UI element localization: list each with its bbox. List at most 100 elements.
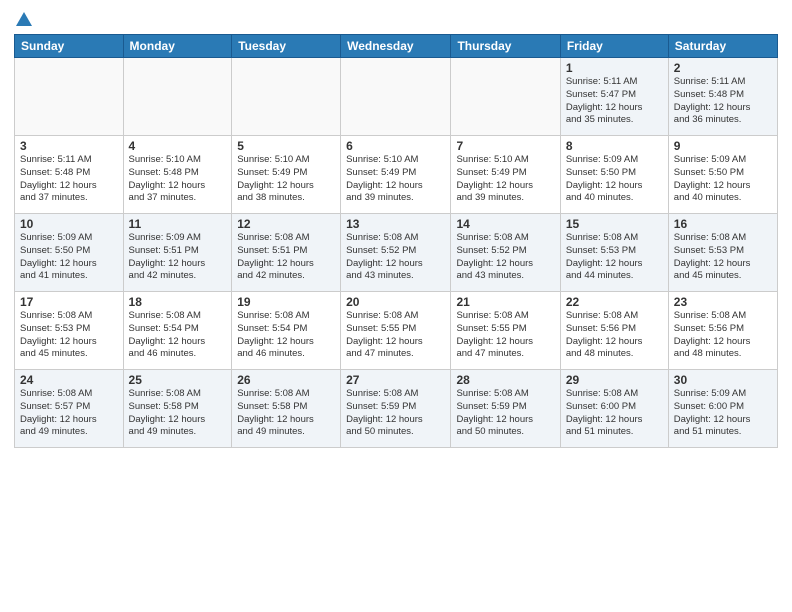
day-number: 19 xyxy=(237,295,335,309)
calendar-cell: 20Sunrise: 5:08 AM Sunset: 5:55 PM Dayli… xyxy=(341,292,451,370)
day-info: Sunrise: 5:09 AM Sunset: 5:50 PM Dayligh… xyxy=(674,154,772,205)
calendar-cell: 26Sunrise: 5:08 AM Sunset: 5:58 PM Dayli… xyxy=(232,370,341,448)
calendar-cell xyxy=(232,58,341,136)
calendar-cell: 11Sunrise: 5:09 AM Sunset: 5:51 PM Dayli… xyxy=(123,214,232,292)
calendar-cell: 7Sunrise: 5:10 AM Sunset: 5:49 PM Daylig… xyxy=(451,136,560,214)
day-number: 27 xyxy=(346,373,445,387)
weekday-header-wednesday: Wednesday xyxy=(341,35,451,58)
day-number: 16 xyxy=(674,217,772,231)
weekday-header-thursday: Thursday xyxy=(451,35,560,58)
day-info: Sunrise: 5:10 AM Sunset: 5:49 PM Dayligh… xyxy=(456,154,554,205)
logo-triangle-icon xyxy=(15,10,33,28)
calendar-cell: 9Sunrise: 5:09 AM Sunset: 5:50 PM Daylig… xyxy=(668,136,777,214)
calendar-cell: 8Sunrise: 5:09 AM Sunset: 5:50 PM Daylig… xyxy=(560,136,668,214)
calendar-cell: 14Sunrise: 5:08 AM Sunset: 5:52 PM Dayli… xyxy=(451,214,560,292)
calendar-week-row: 1Sunrise: 5:11 AM Sunset: 5:47 PM Daylig… xyxy=(15,58,778,136)
day-number: 11 xyxy=(129,217,227,231)
day-info: Sunrise: 5:09 AM Sunset: 6:00 PM Dayligh… xyxy=(674,388,772,439)
weekday-header-saturday: Saturday xyxy=(668,35,777,58)
day-info: Sunrise: 5:09 AM Sunset: 5:50 PM Dayligh… xyxy=(566,154,663,205)
day-info: Sunrise: 5:08 AM Sunset: 5:52 PM Dayligh… xyxy=(456,232,554,283)
calendar-cell: 15Sunrise: 5:08 AM Sunset: 5:53 PM Dayli… xyxy=(560,214,668,292)
day-info: Sunrise: 5:10 AM Sunset: 5:49 PM Dayligh… xyxy=(237,154,335,205)
day-info: Sunrise: 5:09 AM Sunset: 5:51 PM Dayligh… xyxy=(129,232,227,283)
day-number: 22 xyxy=(566,295,663,309)
calendar-week-row: 24Sunrise: 5:08 AM Sunset: 5:57 PM Dayli… xyxy=(15,370,778,448)
day-info: Sunrise: 5:08 AM Sunset: 5:54 PM Dayligh… xyxy=(129,310,227,361)
logo xyxy=(14,10,34,28)
day-info: Sunrise: 5:08 AM Sunset: 5:56 PM Dayligh… xyxy=(674,310,772,361)
calendar-cell: 17Sunrise: 5:08 AM Sunset: 5:53 PM Dayli… xyxy=(15,292,124,370)
calendar-cell: 3Sunrise: 5:11 AM Sunset: 5:48 PM Daylig… xyxy=(15,136,124,214)
day-number: 2 xyxy=(674,61,772,75)
day-number: 8 xyxy=(566,139,663,153)
day-info: Sunrise: 5:08 AM Sunset: 5:53 PM Dayligh… xyxy=(566,232,663,283)
day-info: Sunrise: 5:10 AM Sunset: 5:49 PM Dayligh… xyxy=(346,154,445,205)
day-info: Sunrise: 5:08 AM Sunset: 5:56 PM Dayligh… xyxy=(566,310,663,361)
day-number: 13 xyxy=(346,217,445,231)
day-number: 15 xyxy=(566,217,663,231)
calendar-cell: 23Sunrise: 5:08 AM Sunset: 5:56 PM Dayli… xyxy=(668,292,777,370)
calendar-cell: 4Sunrise: 5:10 AM Sunset: 5:48 PM Daylig… xyxy=(123,136,232,214)
calendar-table: SundayMondayTuesdayWednesdayThursdayFrid… xyxy=(14,34,778,448)
calendar-cell: 27Sunrise: 5:08 AM Sunset: 5:59 PM Dayli… xyxy=(341,370,451,448)
weekday-header-friday: Friday xyxy=(560,35,668,58)
day-number: 23 xyxy=(674,295,772,309)
day-number: 30 xyxy=(674,373,772,387)
calendar-cell: 24Sunrise: 5:08 AM Sunset: 5:57 PM Dayli… xyxy=(15,370,124,448)
calendar-cell: 19Sunrise: 5:08 AM Sunset: 5:54 PM Dayli… xyxy=(232,292,341,370)
calendar-cell: 12Sunrise: 5:08 AM Sunset: 5:51 PM Dayli… xyxy=(232,214,341,292)
day-info: Sunrise: 5:08 AM Sunset: 5:54 PM Dayligh… xyxy=(237,310,335,361)
calendar-cell: 2Sunrise: 5:11 AM Sunset: 5:48 PM Daylig… xyxy=(668,58,777,136)
day-info: Sunrise: 5:08 AM Sunset: 6:00 PM Dayligh… xyxy=(566,388,663,439)
day-info: Sunrise: 5:08 AM Sunset: 5:57 PM Dayligh… xyxy=(20,388,118,439)
calendar-week-row: 17Sunrise: 5:08 AM Sunset: 5:53 PM Dayli… xyxy=(15,292,778,370)
day-number: 3 xyxy=(20,139,118,153)
calendar-cell xyxy=(123,58,232,136)
day-number: 21 xyxy=(456,295,554,309)
weekday-header-tuesday: Tuesday xyxy=(232,35,341,58)
day-number: 1 xyxy=(566,61,663,75)
day-number: 29 xyxy=(566,373,663,387)
day-info: Sunrise: 5:08 AM Sunset: 5:59 PM Dayligh… xyxy=(456,388,554,439)
weekday-header-sunday: Sunday xyxy=(15,35,124,58)
page: SundayMondayTuesdayWednesdayThursdayFrid… xyxy=(0,0,792,612)
calendar-cell: 10Sunrise: 5:09 AM Sunset: 5:50 PM Dayli… xyxy=(15,214,124,292)
calendar-week-row: 10Sunrise: 5:09 AM Sunset: 5:50 PM Dayli… xyxy=(15,214,778,292)
day-info: Sunrise: 5:08 AM Sunset: 5:58 PM Dayligh… xyxy=(237,388,335,439)
day-number: 25 xyxy=(129,373,227,387)
weekday-header-monday: Monday xyxy=(123,35,232,58)
day-info: Sunrise: 5:11 AM Sunset: 5:47 PM Dayligh… xyxy=(566,76,663,127)
calendar-cell xyxy=(15,58,124,136)
calendar-cell: 16Sunrise: 5:08 AM Sunset: 5:53 PM Dayli… xyxy=(668,214,777,292)
calendar-cell: 13Sunrise: 5:08 AM Sunset: 5:52 PM Dayli… xyxy=(341,214,451,292)
day-info: Sunrise: 5:11 AM Sunset: 5:48 PM Dayligh… xyxy=(20,154,118,205)
day-number: 24 xyxy=(20,373,118,387)
day-number: 9 xyxy=(674,139,772,153)
day-info: Sunrise: 5:09 AM Sunset: 5:50 PM Dayligh… xyxy=(20,232,118,283)
logo-text xyxy=(14,10,34,28)
calendar-cell xyxy=(341,58,451,136)
day-number: 20 xyxy=(346,295,445,309)
day-number: 26 xyxy=(237,373,335,387)
day-info: Sunrise: 5:08 AM Sunset: 5:58 PM Dayligh… xyxy=(129,388,227,439)
day-info: Sunrise: 5:08 AM Sunset: 5:55 PM Dayligh… xyxy=(346,310,445,361)
day-info: Sunrise: 5:10 AM Sunset: 5:48 PM Dayligh… xyxy=(129,154,227,205)
calendar-cell: 1Sunrise: 5:11 AM Sunset: 5:47 PM Daylig… xyxy=(560,58,668,136)
day-number: 7 xyxy=(456,139,554,153)
day-info: Sunrise: 5:08 AM Sunset: 5:52 PM Dayligh… xyxy=(346,232,445,283)
day-number: 12 xyxy=(237,217,335,231)
day-number: 17 xyxy=(20,295,118,309)
calendar-cell: 29Sunrise: 5:08 AM Sunset: 6:00 PM Dayli… xyxy=(560,370,668,448)
calendar-cell: 28Sunrise: 5:08 AM Sunset: 5:59 PM Dayli… xyxy=(451,370,560,448)
day-number: 5 xyxy=(237,139,335,153)
header xyxy=(14,10,778,28)
calendar-cell: 30Sunrise: 5:09 AM Sunset: 6:00 PM Dayli… xyxy=(668,370,777,448)
day-info: Sunrise: 5:08 AM Sunset: 5:55 PM Dayligh… xyxy=(456,310,554,361)
day-info: Sunrise: 5:08 AM Sunset: 5:59 PM Dayligh… xyxy=(346,388,445,439)
calendar-week-row: 3Sunrise: 5:11 AM Sunset: 5:48 PM Daylig… xyxy=(15,136,778,214)
calendar-cell: 22Sunrise: 5:08 AM Sunset: 5:56 PM Dayli… xyxy=(560,292,668,370)
calendar-cell: 6Sunrise: 5:10 AM Sunset: 5:49 PM Daylig… xyxy=(341,136,451,214)
calendar-header-row: SundayMondayTuesdayWednesdayThursdayFrid… xyxy=(15,35,778,58)
calendar-cell xyxy=(451,58,560,136)
